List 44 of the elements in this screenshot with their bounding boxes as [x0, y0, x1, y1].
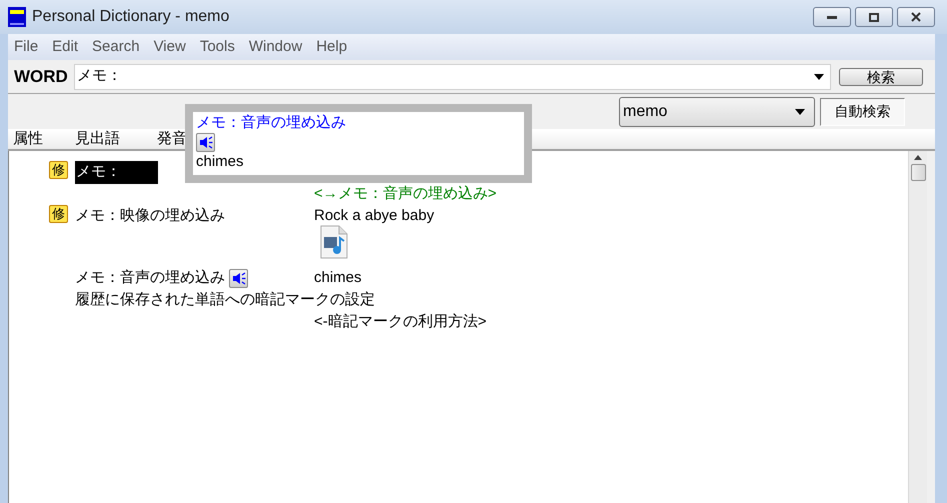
- search-button[interactable]: 検索: [838, 68, 923, 86]
- dictionary-dropdown[interactable]: memo: [619, 96, 815, 126]
- translation-text: <-暗記マークの利用方法>: [314, 313, 487, 330]
- maximize-icon: [869, 12, 879, 22]
- menu-item[interactable]: View: [154, 36, 186, 58]
- caret-icon: [814, 74, 824, 80]
- headword[interactable]: 履歴に保存された単語への暗記マークの設定: [75, 289, 375, 312]
- speaker-button[interactable]: [196, 133, 215, 152]
- auto-search-button[interactable]: 自動検索: [820, 98, 905, 126]
- headword[interactable]: メモ：音声の埋め込み: [75, 267, 225, 290]
- scrollbar[interactable]: [908, 151, 927, 503]
- menu-item[interactable]: File: [14, 36, 38, 58]
- cross-reference-link[interactable]: <→メモ：音声の埋め込み>: [314, 185, 497, 202]
- word-field[interactable]: メモ：: [74, 64, 831, 90]
- speaker-button[interactable]: [229, 268, 248, 288]
- word-label: WORD: [14, 66, 68, 88]
- close-icon: [911, 12, 921, 22]
- speaker-icon: [232, 272, 246, 285]
- maximize-button[interactable]: [855, 7, 893, 27]
- window-title: Personal Dictionary - memo: [32, 7, 230, 27]
- menu-item[interactable]: Tools: [200, 36, 235, 58]
- media-file-icon: [319, 225, 349, 259]
- speaker-icon: [198, 136, 212, 149]
- headword[interactable]: メモ：映像の埋め込み: [75, 205, 225, 228]
- popup-caption: chimes: [196, 152, 244, 171]
- translation-text: Rock a abye baby: [314, 207, 434, 224]
- minimize-button[interactable]: [813, 7, 851, 27]
- menu-item[interactable]: Edit: [52, 36, 78, 58]
- minimize-icon: [827, 16, 837, 18]
- menu-item[interactable]: Window: [248, 36, 302, 58]
- scroll-up-icon: [914, 155, 922, 160]
- menu-item[interactable]: Help: [316, 36, 348, 58]
- menu-item[interactable]: Search: [92, 36, 140, 58]
- book-icon: [8, 7, 26, 27]
- headword[interactable]: メモ：: [75, 161, 158, 184]
- modified-badge: 修: [49, 161, 68, 179]
- scroll-thumb[interactable]: [910, 164, 926, 181]
- popup-title: メモ：音声の埋め込み: [196, 113, 346, 132]
- modified-badge: 修: [49, 205, 68, 223]
- column-header[interactable]: 属性: [8, 128, 70, 151]
- column-header[interactable]: 見出語: [70, 128, 152, 151]
- translation-text: chimes: [314, 269, 362, 286]
- caret-icon: [795, 108, 805, 114]
- close-button[interactable]: [897, 7, 935, 27]
